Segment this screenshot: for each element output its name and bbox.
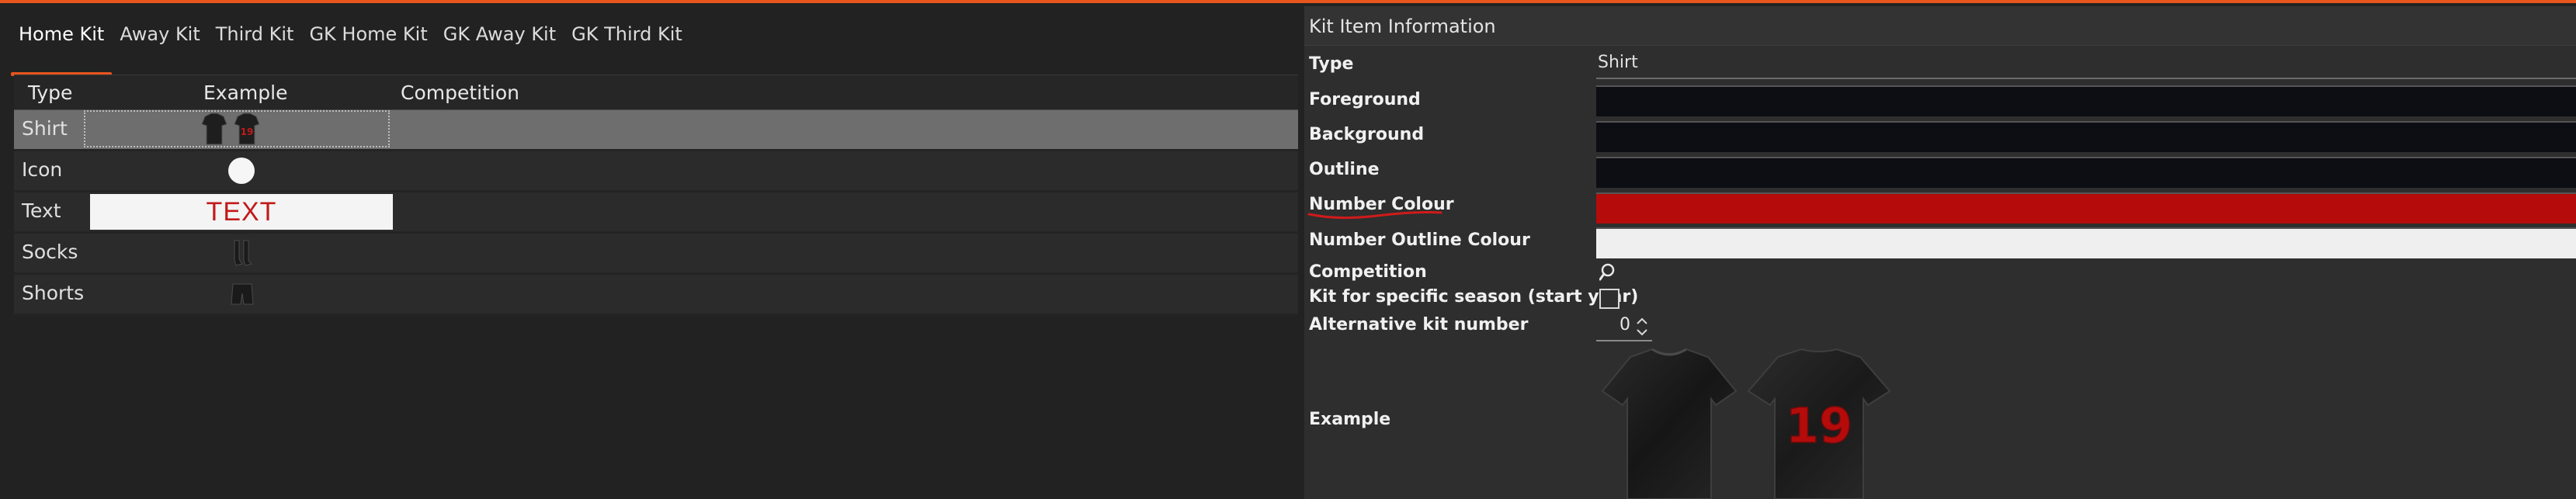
tab-home-kit[interactable]: Home Kit — [11, 17, 113, 76]
table-row-shorts[interactable]: Shorts — [14, 275, 1298, 316]
row-type-label: Shorts — [22, 282, 85, 304]
table-row-icon[interactable]: Icon — [14, 151, 1298, 192]
panel-title: Kit Item Information — [1309, 16, 1496, 37]
foreground-label: Foreground — [1309, 90, 1421, 109]
alternative-kit-number-label: Alternative kit number — [1309, 315, 1529, 334]
alternative-kit-number-value: 0 — [1620, 315, 1630, 334]
kit-item-information-panel: Kit Item Information Type Shirt Foregrou… — [1304, 6, 2576, 499]
row-type-label: Shirt — [22, 117, 68, 140]
tab-gk-home-kit[interactable]: GK Home Kit — [301, 17, 435, 65]
outline-colour-picker[interactable] — [1596, 157, 2576, 188]
table-row-text[interactable]: Text TEXT — [14, 192, 1298, 234]
tab-third-kit[interactable]: Third Kit — [208, 17, 302, 65]
search-icon[interactable] — [1599, 262, 1620, 282]
alternative-kit-number-stepper[interactable]: 0 — [1596, 314, 1652, 341]
foreground-colour-picker[interactable] — [1596, 85, 2576, 116]
competition-label: Competition — [1309, 262, 1427, 282]
kit-items-table: Type Example Competition Shirt 19 Icon T… — [14, 75, 1298, 316]
outline-label: Outline — [1309, 160, 1380, 179]
type-field-underline — [1596, 78, 2576, 79]
type-value: Shirt — [1598, 53, 1638, 72]
table-header: Type Example Competition — [14, 75, 1298, 110]
svg-text:19: 19 — [241, 126, 254, 137]
background-colour-picker[interactable] — [1596, 121, 2576, 152]
table-row-socks[interactable]: Socks — [14, 234, 1298, 275]
table-row-shirt[interactable]: Shirt 19 — [14, 110, 1298, 151]
tab-gk-away-kit[interactable]: GK Away Kit — [436, 17, 564, 65]
row-type-label: Icon — [22, 158, 63, 181]
tab-away-kit[interactable]: Away Kit — [112, 17, 207, 65]
season-checkbox[interactable] — [1599, 289, 1620, 309]
window-top-accent-line — [0, 0, 2576, 3]
white-circle-icon — [228, 158, 255, 184]
row-example-cell: 19 — [84, 110, 390, 147]
type-label: Type — [1309, 54, 1354, 74]
season-label: Kit for specific season (start year) — [1309, 287, 1639, 307]
shirt-back-preview: 19 — [1747, 348, 1891, 499]
red-underline-annotation — [1307, 211, 1442, 220]
number-outline-colour-label: Number Outline Colour — [1309, 230, 1530, 250]
column-header-type[interactable]: Type — [28, 81, 72, 104]
tab-gk-third-kit[interactable]: GK Third Kit — [564, 17, 690, 65]
column-header-competition[interactable]: Competition — [401, 81, 519, 104]
shirt-front-preview — [1601, 348, 1738, 499]
shirt-number: 19 — [1786, 397, 1852, 454]
shorts-icon — [231, 283, 254, 305]
number-colour-picker[interactable] — [1596, 192, 2576, 224]
row-type-label: Text — [22, 199, 61, 222]
panel-header: Kit Item Information — [1304, 6, 2576, 46]
example-label: Example — [1309, 410, 1391, 429]
text-example-preview: TEXT — [90, 194, 393, 230]
column-header-example[interactable]: Example — [203, 81, 287, 104]
socks-icon — [234, 240, 252, 266]
stepper-arrows-icon[interactable] — [1633, 314, 1651, 340]
row-type-label: Socks — [22, 241, 78, 263]
text-example-value: TEXT — [206, 196, 277, 227]
number-outline-colour-picker[interactable] — [1596, 227, 2576, 258]
background-label: Background — [1309, 125, 1425, 144]
shirt-pair-icon: 19 — [201, 113, 260, 145]
kit-tabs: Home Kit Away Kit Third Kit GK Home Kit … — [11, 17, 690, 76]
